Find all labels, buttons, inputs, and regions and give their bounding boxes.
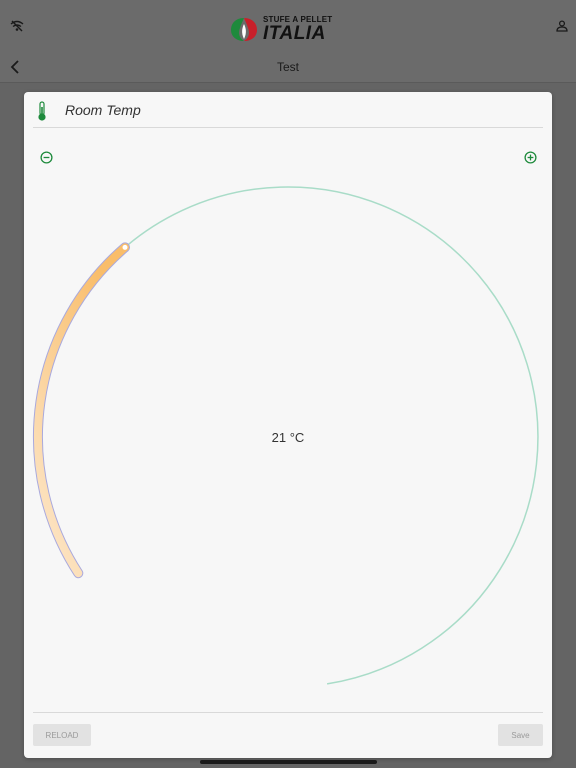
temperature-gauge[interactable] xyxy=(24,132,552,692)
save-button[interactable]: Save xyxy=(498,724,543,746)
top-bar: STUFE A PELLET ITALIA xyxy=(0,0,576,52)
brand-logo: STUFE A PELLET ITALIA xyxy=(229,14,347,44)
room-temp-card: Room Temp 21 °C RELOAD Save xyxy=(24,92,552,758)
wifi-off-icon[interactable] xyxy=(8,18,26,34)
card-title: Room Temp xyxy=(65,102,141,118)
page-title: Test xyxy=(276,60,299,74)
logo-main-text: ITALIA xyxy=(263,22,326,44)
home-indicator xyxy=(200,760,377,764)
header-divider xyxy=(33,127,543,128)
nav-bar: Test xyxy=(0,52,576,83)
gauge-handle[interactable] xyxy=(122,244,128,250)
gauge-fill xyxy=(33,243,129,578)
card-header: Room Temp xyxy=(24,92,552,128)
thermometer-icon xyxy=(36,100,48,122)
user-icon[interactable] xyxy=(553,18,571,34)
flame-logo-icon xyxy=(231,18,257,41)
reload-button[interactable]: RELOAD xyxy=(33,724,91,746)
footer-divider xyxy=(33,712,543,713)
temperature-value: 21 °C xyxy=(271,430,305,445)
